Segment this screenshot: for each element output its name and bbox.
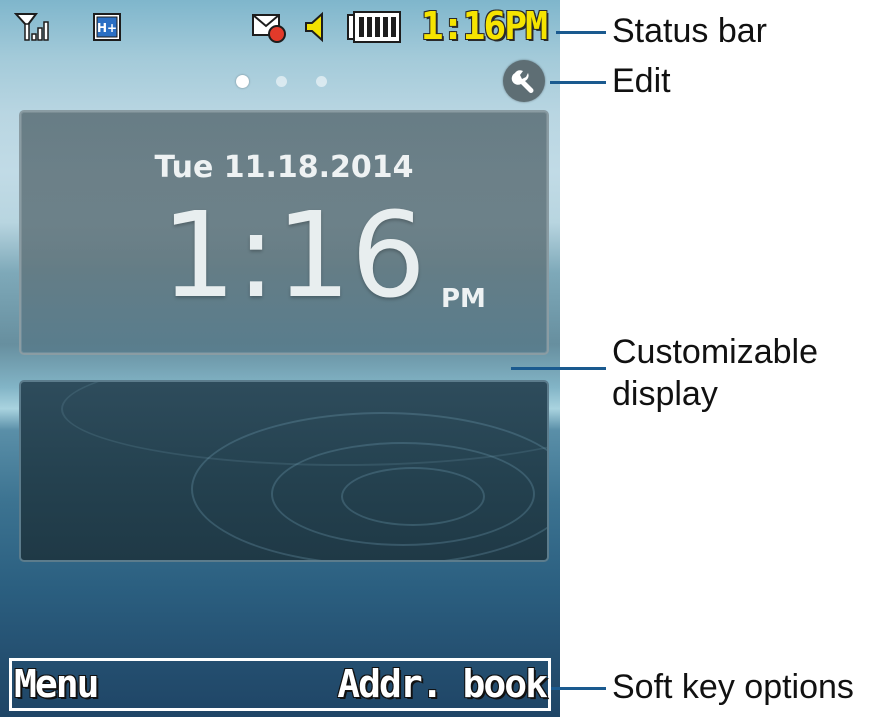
hsdpa-network-icon: H+: [92, 10, 122, 44]
edit-button[interactable]: [503, 60, 545, 102]
addr-book-soft-key[interactable]: Addr. book: [337, 661, 548, 708]
ripple-decoration: [341, 467, 485, 526]
menu-soft-key[interactable]: Menu: [14, 661, 100, 708]
status-bar-callout-line: [556, 31, 606, 34]
clock-ampm: PM: [441, 284, 486, 314]
page-dot[interactable]: [276, 76, 287, 87]
clock-time: 1:16: [161, 186, 426, 324]
phone-screen: H+ 1:16PM Tue 11.18.2014 1:16 PM Menu Ad…: [0, 0, 560, 717]
status-bar: H+ 1:16PM: [0, 0, 560, 62]
soft-key-bar: Menu Addr. book: [9, 658, 551, 711]
page-indicator[interactable]: [230, 72, 340, 92]
status-time: 1:16PM: [420, 4, 548, 48]
edit-callout-label: Edit: [612, 62, 671, 100]
svg-text:H+: H+: [97, 21, 117, 35]
customizable-display-callout-line: [511, 367, 606, 370]
wrench-icon: [511, 70, 534, 93]
volume-icon: [302, 10, 330, 44]
battery-icon: [346, 10, 402, 44]
soft-key-options-callout-label: Soft key options: [612, 668, 854, 706]
customizable-display-callout-label-line1: Customizable: [612, 333, 818, 371]
edit-callout-line: [550, 81, 606, 84]
status-bar-callout-label: Status bar: [612, 12, 767, 50]
page-dot-active[interactable]: [236, 75, 249, 88]
signal-strength-icon: [13, 10, 52, 44]
customizable-display-callout-label-line2: display: [612, 375, 718, 413]
clock-widget[interactable]: Tue 11.18.2014 1:16 PM: [19, 110, 549, 355]
customizable-display-widget[interactable]: [19, 380, 549, 562]
soft-key-options-callout-line: [551, 687, 606, 690]
clock-date: Tue 11.18.2014: [154, 150, 414, 185]
ripple-decoration: [61, 382, 547, 466]
page-dot[interactable]: [316, 76, 327, 87]
message-icon: [251, 10, 287, 44]
